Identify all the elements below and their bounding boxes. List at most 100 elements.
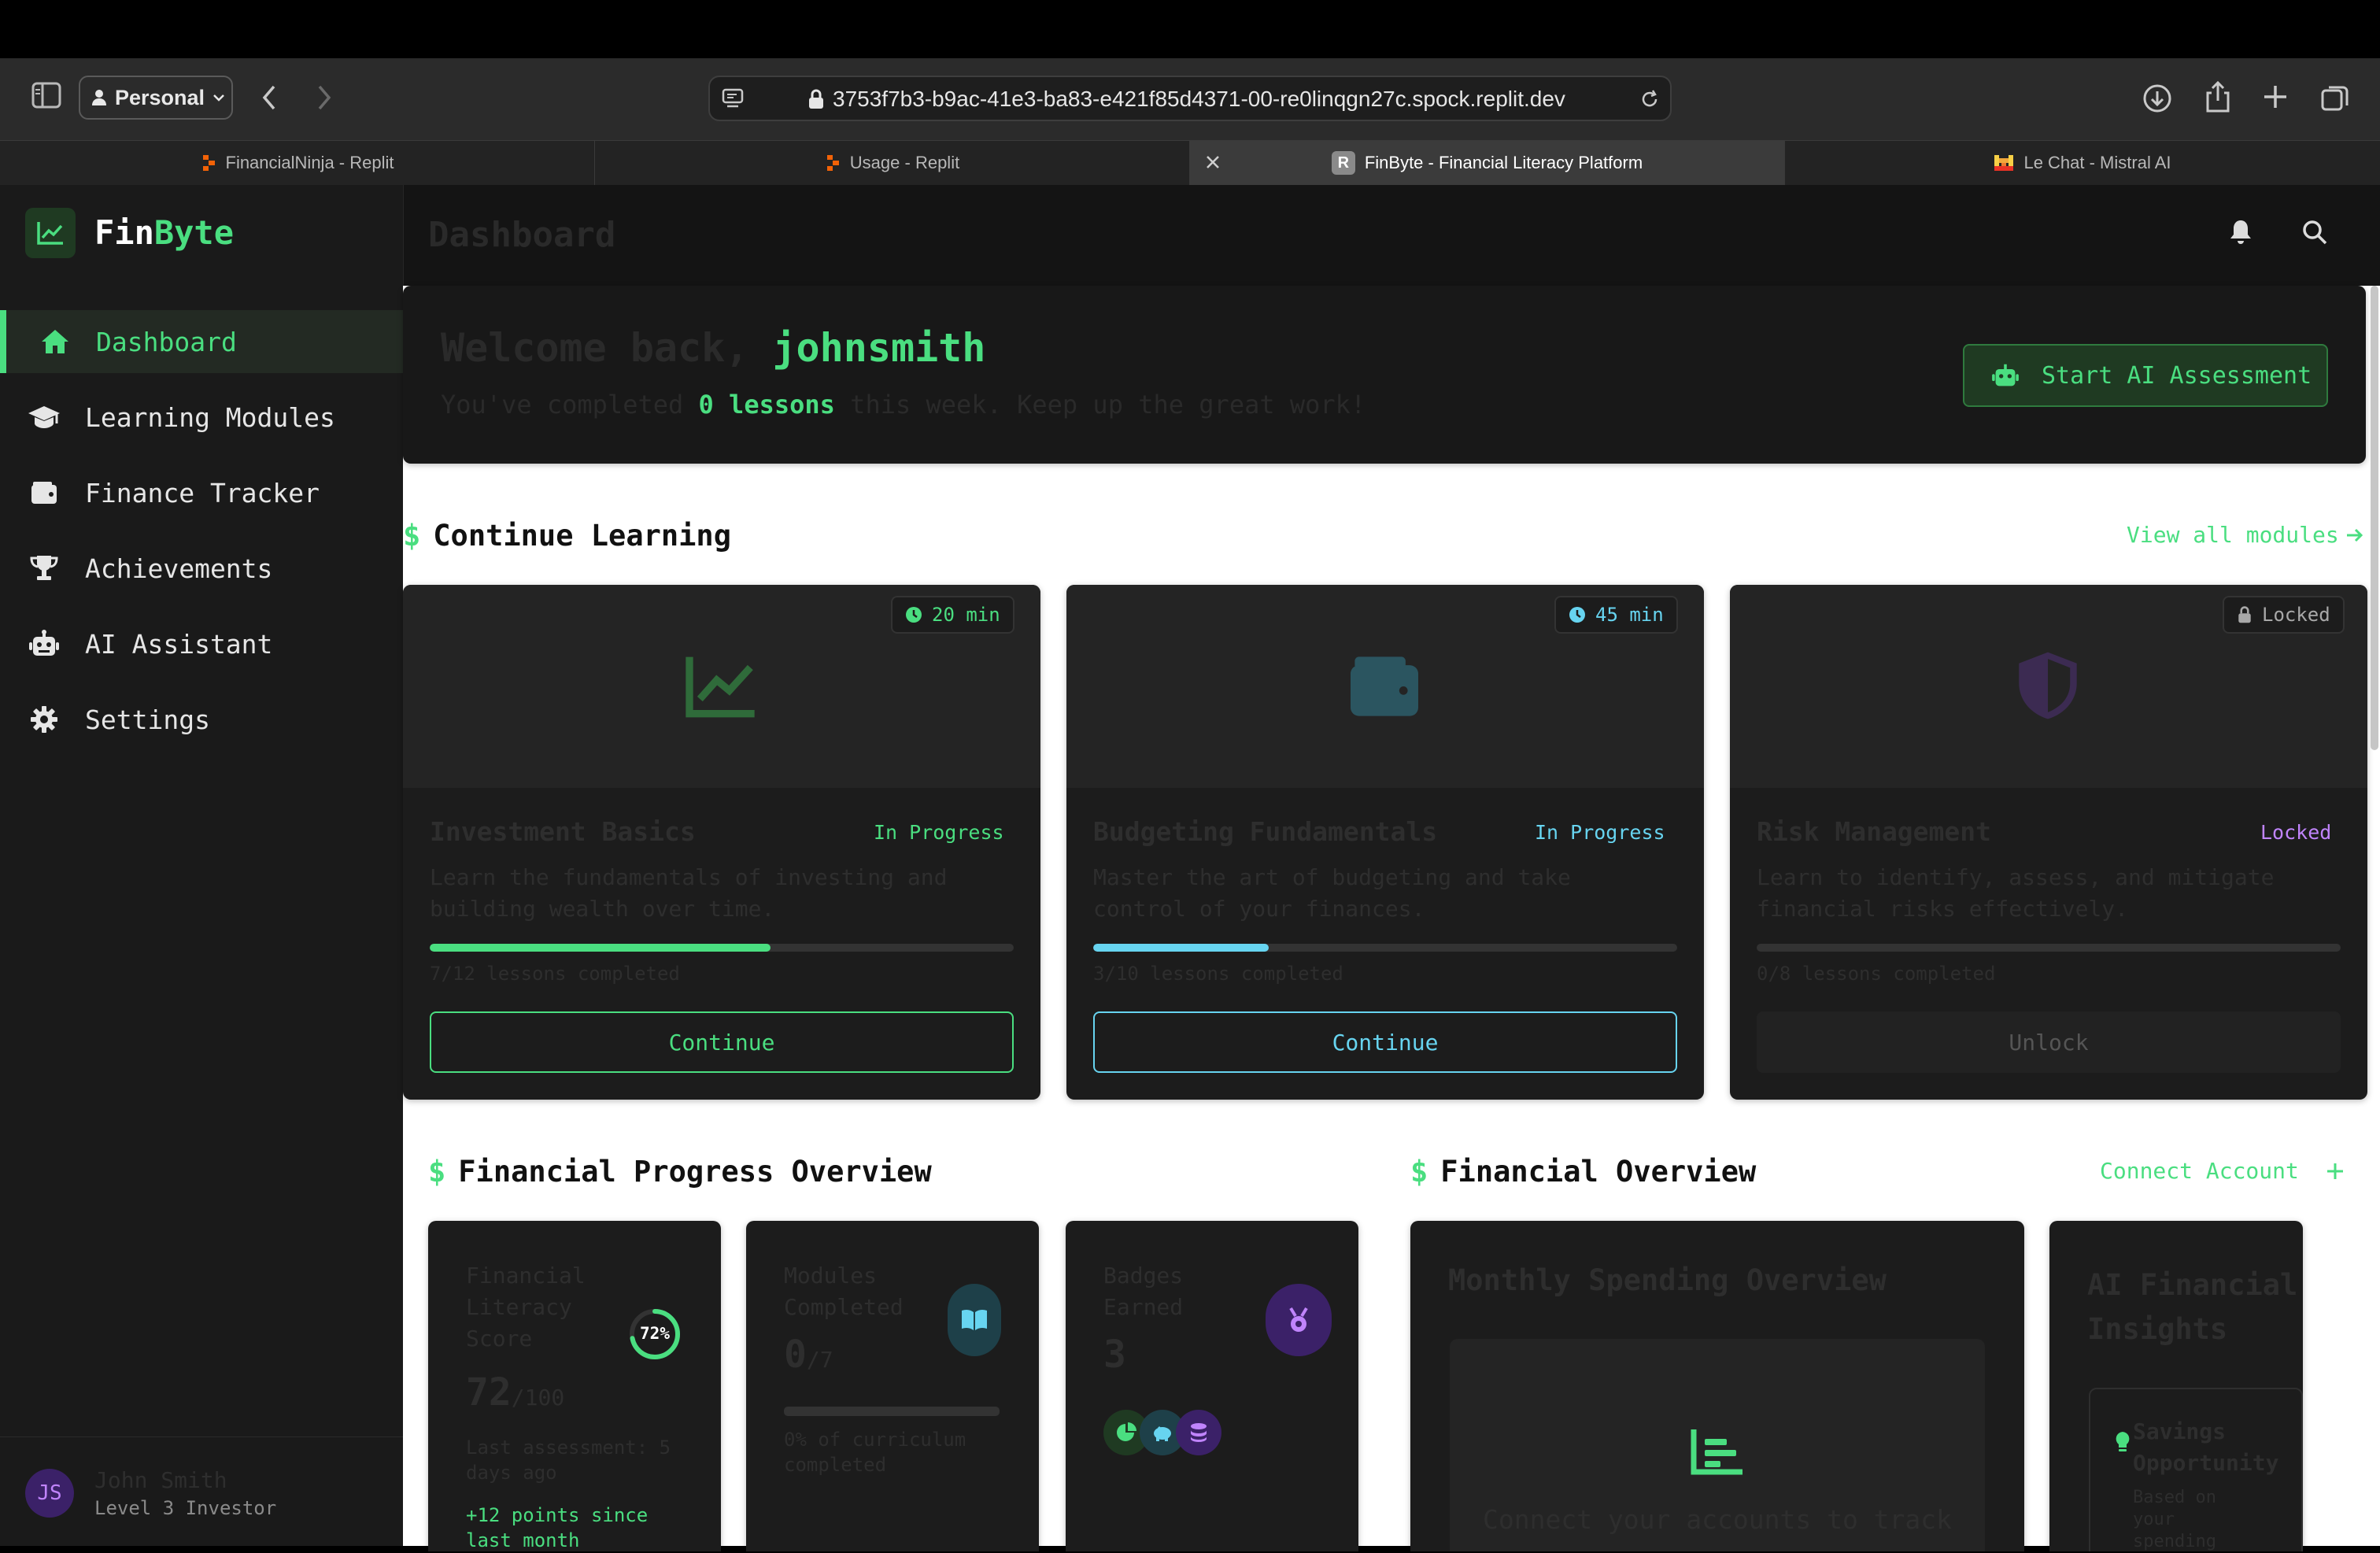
badges-earned-card: Badges Earned 3 — [1066, 1221, 1358, 1551]
page-menu-icon[interactable] — [721, 87, 745, 110]
reload-icon[interactable] — [1639, 88, 1661, 110]
module-card: 45 min Budgeting Fundamentals In Progres… — [1066, 585, 1704, 1100]
score-ring-label: 72% — [640, 1324, 670, 1343]
bell-icon[interactable] — [2229, 219, 2252, 246]
badge-coins-icon[interactable] — [1176, 1410, 1221, 1455]
stat-label: Financial Literacy Score — [466, 1263, 586, 1351]
lessons-completed: 7/12 lessons completed — [430, 963, 680, 985]
replit-icon — [201, 154, 216, 172]
sidebar-item-label: AI Assistant — [85, 628, 273, 660]
home-icon — [38, 324, 72, 359]
new-tab-icon[interactable] — [2262, 83, 2289, 110]
scrollbar-thumb[interactable] — [2371, 286, 2378, 750]
user-level: Level 3 Investor — [94, 1497, 277, 1519]
progress-overview-title: $ Financial Progress Overview — [428, 1155, 932, 1189]
close-tab-icon[interactable] — [1204, 153, 1221, 171]
continue-button[interactable]: Continue — [430, 1011, 1014, 1073]
curriculum-note: 0% of curriculum completed — [784, 1429, 966, 1476]
module-status: Locked — [2260, 821, 2332, 844]
search-icon[interactable] — [2301, 219, 2328, 246]
module-progress-bar — [1093, 944, 1677, 952]
score-delta: +12 points since last month — [466, 1504, 649, 1551]
continue-button[interactable]: Continue — [1093, 1011, 1677, 1073]
sidebar-item-dashboard[interactable]: Dashboard — [0, 310, 403, 373]
module-description: Learn to identify, assess, and mitigate f… — [1757, 864, 2275, 922]
user-name: John Smith — [94, 1467, 227, 1493]
chart-bar-icon — [1689, 1425, 1746, 1477]
score-ring: 72% — [628, 1307, 682, 1361]
module-title: Risk Management — [1757, 816, 1992, 847]
graduation-cap-icon — [27, 400, 61, 434]
stat-label: Badges Earned — [1103, 1263, 1184, 1320]
tab-usage[interactable]: Usage - Replit — [595, 141, 1190, 185]
sidebar-item-achievements[interactable]: Achievements — [0, 537, 403, 600]
tab-label: Usage - Replit — [849, 153, 960, 172]
chevron-down-icon — [213, 93, 225, 102]
share-icon[interactable] — [2204, 80, 2232, 113]
brand-name[interactable]: FinByte — [94, 213, 234, 252]
download-icon[interactable] — [2142, 83, 2172, 113]
module-title: Investment Basics — [430, 816, 696, 847]
welcome-card: Welcome back, johnsmith You've completed… — [403, 286, 2366, 464]
module-card: 20 min Investment Basics In Progress Lea… — [403, 585, 1040, 1100]
sidebar-item-label: Finance Tracker — [85, 477, 320, 508]
sidebar-item-settings[interactable]: Settings — [0, 688, 403, 751]
address-bar[interactable]: 3753f7b3-b9ac-41e3-ba83-e421f85d4371-00-… — [708, 76, 1672, 121]
plus-icon — [2326, 1162, 2345, 1181]
duration-badge: 45 min — [1554, 596, 1678, 634]
tab-overview-icon[interactable] — [2320, 83, 2350, 112]
mistral-icon — [1994, 154, 2014, 172]
shield-icon — [2012, 648, 2084, 723]
url-text: 3753f7b3-b9ac-41e3-ba83-e421f85d4371-00-… — [833, 87, 1565, 111]
dollar-icon: $ — [1410, 1155, 1428, 1189]
tab-financialninja[interactable]: FinancialNinja - Replit — [0, 141, 595, 185]
tab-le-chat[interactable]: Le Chat - Mistral AI — [1785, 141, 2380, 185]
insight-body: Based on your spending — [2133, 1488, 2216, 1551]
wallet-icon — [1346, 653, 1423, 720]
tab-favicon: R — [1331, 151, 1355, 175]
view-all-modules-link[interactable]: View all modules — [2127, 522, 2364, 548]
sidebar-item-finance-tracker[interactable]: Finance Tracker — [0, 461, 403, 524]
module-card: Locked Risk Management Locked Learn to i… — [1730, 585, 2367, 1100]
book-icon — [948, 1284, 1001, 1356]
sidebar-toggle-icon[interactable] — [31, 82, 61, 109]
tab-bar: FinancialNinja - Replit Usage - Replit R… — [0, 140, 2380, 186]
system-menu-bar — [0, 0, 2380, 58]
tab-label: FinancialNinja - Replit — [225, 153, 394, 172]
user-profile[interactable]: JS John Smith Level 3 Investor — [0, 1437, 403, 1547]
module-status: In Progress — [1535, 821, 1665, 844]
last-assessment: Last assessment: 5 days ago — [466, 1437, 671, 1484]
sidebar-item-label: Learning Modules — [85, 401, 335, 433]
profile-switcher[interactable]: Personal — [79, 76, 233, 120]
unlock-button[interactable]: Unlock — [1757, 1011, 2341, 1073]
connect-account-link[interactable]: Connect Account — [2100, 1158, 2345, 1184]
start-ai-assessment-button[interactable]: Start AI Assessment — [1963, 344, 2328, 407]
financial-overview-title: $ Financial Overview — [1410, 1155, 1757, 1189]
main-content: Welcome back, johnsmith You've completed… — [403, 286, 2380, 1551]
modules-value: 0/7 — [784, 1333, 833, 1377]
insight-item[interactable]: Savings Opportunity Based on your spending — [2089, 1388, 2303, 1551]
lock-icon — [2237, 605, 2252, 624]
sidebar-item-label: Dashboard — [96, 326, 237, 357]
chart-line-icon — [683, 653, 759, 720]
forward-icon[interactable] — [315, 83, 334, 112]
dollar-icon: $ — [428, 1155, 446, 1189]
sidebar-item-learning-modules[interactable]: Learning Modules — [0, 386, 403, 449]
replit-icon — [825, 154, 841, 172]
module-title: Budgeting Fundamentals — [1093, 816, 1438, 847]
gear-icon — [27, 702, 61, 737]
avatar: JS — [25, 1469, 74, 1518]
badges-value: 3 — [1103, 1333, 1126, 1377]
back-icon[interactable] — [260, 83, 279, 112]
locked-badge: Locked — [2223, 596, 2345, 634]
page-title: Dashboard — [428, 215, 616, 255]
tab-finbyte[interactable]: R FinByte - Financial Literacy Platform — [1190, 141, 1785, 185]
welcome-subtitle: You've completed 0 lessons this week. Ke… — [441, 390, 1366, 420]
lessons-completed: 3/10 lessons completed — [1093, 963, 1343, 985]
sidebar-item-label: Achievements — [85, 553, 273, 584]
tab-label: FinByte - Financial Literacy Platform — [1364, 153, 1643, 172]
sidebar-item-ai-assistant[interactable]: AI Assistant — [0, 612, 403, 675]
person-icon — [91, 89, 107, 106]
card-title: AI Financial Insights — [2087, 1268, 2298, 1346]
trophy-icon — [27, 551, 61, 586]
